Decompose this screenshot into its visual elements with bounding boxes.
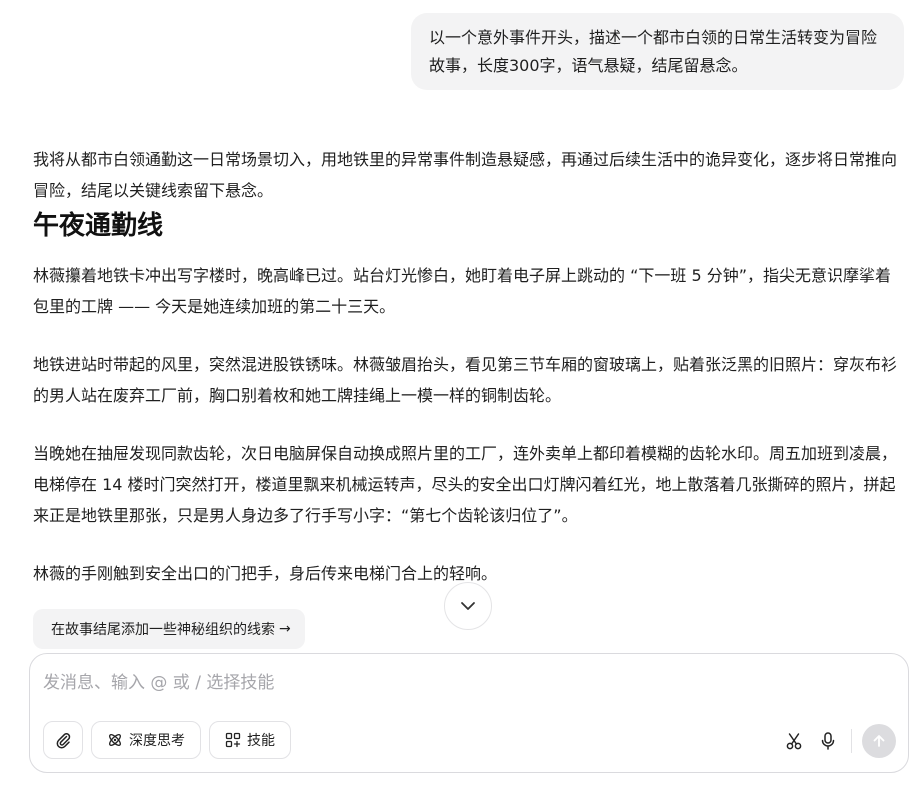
- attach-button[interactable]: [43, 721, 83, 759]
- scissors-icon: [786, 733, 802, 750]
- suggestion-text: 在故事结尾添加一些神秘组织的线索: [51, 622, 275, 638]
- scissors-button[interactable]: [777, 724, 811, 758]
- suggestion-chip[interactable]: 在故事结尾添加一些神秘组织的线索 →: [33, 609, 305, 649]
- assistant-reply: 我将从都市白领通勤这一日常场景切入，用地铁里的异常事件制造悬疑感，再通过后续生活…: [33, 144, 901, 616]
- arrow-right-icon: →: [279, 621, 291, 637]
- skills-button[interactable]: 技能: [209, 721, 291, 759]
- deep-think-label: 深度思考: [129, 733, 185, 749]
- arrow-up-icon: [873, 735, 885, 747]
- scroll-to-bottom-button[interactable]: [444, 582, 492, 630]
- story-paragraph: 林薇攥着地铁卡冲出写字楼时，晚高峰已过。站台灯光惨白，她盯着电子屏上跳动的 “下…: [33, 266, 892, 316]
- user-message-bubble: 以一个意外事件开头，描述一个都市白领的日常生活转变为冒险故事，长度300字，语气…: [411, 13, 904, 90]
- message-input[interactable]: 发消息、输入 @ 或 / 选择技能: [43, 668, 274, 693]
- atom-icon: [109, 734, 121, 746]
- deep-think-button[interactable]: 深度思考: [91, 721, 201, 759]
- paperclip-icon: [56, 733, 71, 749]
- story-paragraph: 当晚她在抽屉发现同款齿轮，次日电脑屏保自动换成照片里的工厂，连外卖单上都印着模糊…: [33, 444, 898, 525]
- send-button[interactable]: [862, 724, 896, 758]
- chat-page: 以一个意外事件开头，描述一个都市白领的日常生活转变为冒险故事，长度300字，语气…: [0, 0, 916, 788]
- voice-input-button[interactable]: [811, 724, 845, 758]
- skills-label: 技能: [247, 733, 275, 749]
- composer-toolbar-left: 深度思考 技能: [43, 721, 291, 759]
- toolbar-divider: [851, 729, 852, 753]
- chevron-down-icon: [461, 602, 475, 610]
- user-message-text: 以一个意外事件开头，描述一个都市白领的日常生活转变为冒险故事，长度300字，语气…: [429, 28, 878, 75]
- story-title: 午夜通勤线: [33, 211, 164, 241]
- grid-icon: [225, 732, 241, 748]
- microphone-icon: [821, 732, 835, 750]
- reply-intro: 我将从都市白领通勤这一日常场景切入，用地铁里的异常事件制造悬疑感，再通过后续生活…: [33, 150, 898, 200]
- composer-toolbar-right: [777, 724, 896, 758]
- message-composer: 发消息、输入 @ 或 / 选择技能 深度思考 技能: [29, 653, 909, 773]
- story-paragraph: 地铁进站时带起的风里，突然混进股铁锈味。林薇皱眉抬头，看见第三节车厢的窗玻璃上，…: [33, 355, 898, 405]
